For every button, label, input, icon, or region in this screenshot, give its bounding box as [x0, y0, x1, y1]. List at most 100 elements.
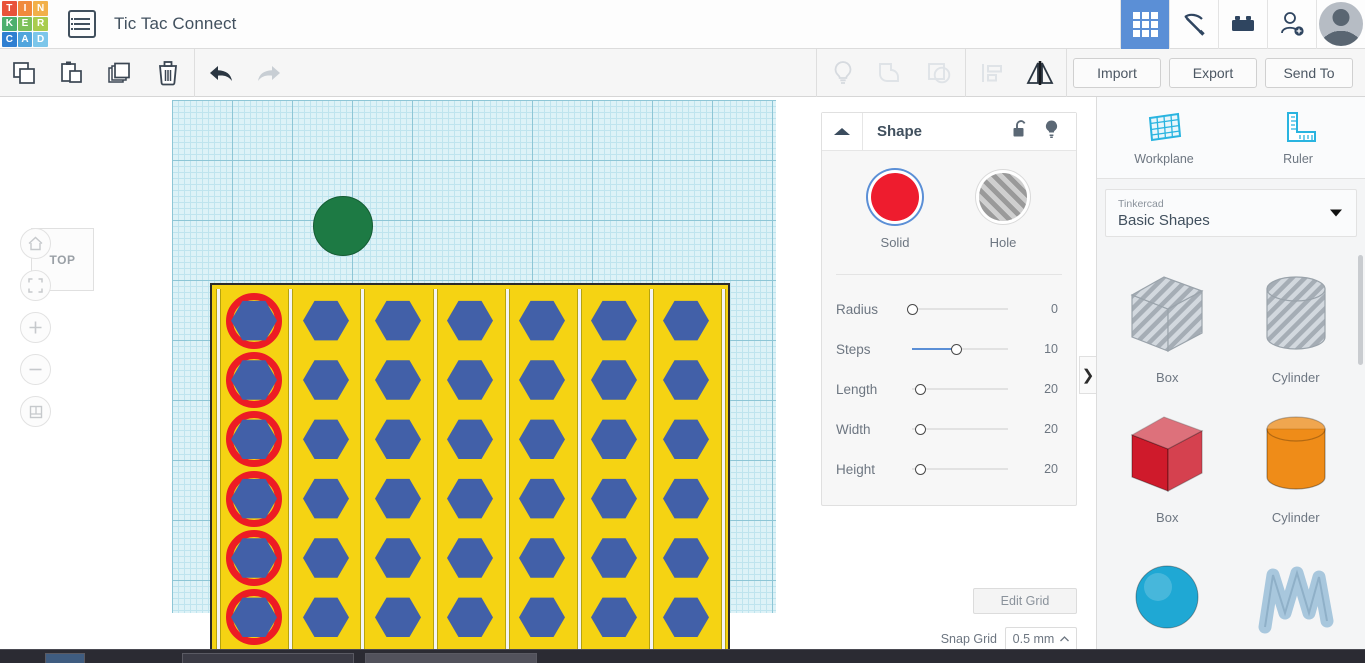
logo-tile-r: R — [33, 17, 48, 32]
add-person-icon[interactable] — [1267, 0, 1316, 49]
shape-scribble[interactable]: Scribble — [1232, 541, 1361, 653]
hex-hole — [375, 300, 421, 342]
copy-button[interactable] — [0, 49, 48, 97]
logo-tile-k: K — [2, 17, 17, 32]
ungroup-button[interactable] — [915, 49, 963, 97]
steps-slider-value: 10 — [1044, 342, 1076, 356]
height-slider-label: Height — [836, 462, 912, 477]
home-view-button[interactable] — [20, 228, 51, 259]
tinkercad-logo[interactable]: TINKERCAD — [2, 1, 48, 47]
unlock-icon[interactable] — [1012, 119, 1029, 144]
height-slider[interactable] — [912, 462, 1008, 476]
box-thumbnail-icon — [1120, 267, 1214, 364]
slider-knob[interactable] — [915, 424, 926, 435]
shape-cylinder-orange[interactable]: Cylinder — [1232, 401, 1361, 541]
project-list-icon[interactable] — [68, 10, 96, 38]
shape-cylinder-hole[interactable]: Cylinder — [1232, 261, 1361, 401]
pickaxe-icon[interactable] — [1169, 0, 1218, 49]
zoom-in-button[interactable] — [20, 312, 51, 343]
box-thumbnail-icon — [1120, 407, 1214, 504]
solid-swatch[interactable]: Solid — [871, 173, 919, 250]
export-button[interactable]: Export — [1169, 58, 1257, 88]
lego-brick-icon[interactable] — [1218, 0, 1267, 49]
board-cell — [578, 350, 650, 409]
zoom-out-button[interactable] — [20, 354, 51, 385]
hex-hole — [303, 537, 349, 579]
slider-knob[interactable] — [915, 464, 926, 475]
undo-button[interactable] — [197, 49, 245, 97]
toolbar-divider-3 — [965, 49, 966, 97]
hex-hole — [591, 418, 637, 460]
board-cell — [506, 469, 578, 528]
paste-button[interactable] — [48, 49, 96, 97]
slider-knob[interactable] — [907, 304, 918, 315]
steps-slider-row: Steps10 — [822, 329, 1076, 369]
snap-grid-label: Snap Grid — [941, 632, 997, 646]
length-slider[interactable] — [912, 382, 1008, 396]
group-button[interactable] — [867, 49, 915, 97]
radius-slider[interactable] — [912, 302, 1008, 316]
grid-apps-icon[interactable] — [1120, 0, 1169, 49]
connect-four-board-object[interactable] — [210, 283, 730, 649]
board-cell — [290, 469, 362, 528]
board-cell — [434, 291, 506, 350]
align-button[interactable] — [968, 49, 1016, 97]
board-cell — [578, 469, 650, 528]
board-cell — [218, 528, 290, 587]
editor-toolbar: Import Export Send To — [0, 49, 1365, 97]
mirror-button[interactable] — [1016, 49, 1064, 97]
shape-panel-header: Shape — [822, 113, 1076, 151]
shape-panel-header-icons — [1012, 119, 1076, 144]
board-cell — [362, 588, 434, 647]
board-cell — [506, 350, 578, 409]
snap-grid-select[interactable]: 0.5 mm — [1005, 627, 1077, 651]
fit-view-button[interactable] — [20, 270, 51, 301]
hex-hole — [375, 418, 421, 460]
gallery-scrollbar[interactable] — [1358, 255, 1363, 365]
shape-box-red[interactable]: Box — [1103, 401, 1232, 541]
shape-sphere-blue[interactable]: Sphere — [1103, 541, 1232, 653]
steps-slider[interactable] — [912, 342, 1008, 356]
height-slider-row: Height20 — [822, 449, 1076, 489]
hex-hole — [663, 537, 709, 579]
shape-library-select[interactable]: Tinkercad Basic Shapes — [1105, 189, 1357, 237]
board-cell — [290, 350, 362, 409]
shape-parameter-sliders: Radius0Steps10Length20Width20Height20 — [822, 275, 1076, 489]
radius-slider-value: 0 — [1051, 302, 1076, 316]
taskbar-item-1[interactable] — [45, 653, 85, 663]
lightbulb-button[interactable] — [819, 49, 867, 97]
logo-tile-a: A — [18, 32, 33, 47]
shape-box-hole-label: Box — [1156, 370, 1178, 385]
avatar[interactable] — [1316, 0, 1365, 49]
send-to-button[interactable]: Send To — [1265, 58, 1353, 88]
top-bar: TINKERCAD Tic Tac Connect — [0, 0, 1365, 49]
delete-button[interactable] — [144, 49, 192, 97]
library-owner: Tinkercad — [1118, 197, 1344, 211]
collapse-panel-icon[interactable] — [822, 113, 863, 151]
width-slider[interactable] — [912, 422, 1008, 436]
board-cell — [218, 350, 290, 409]
green-disc-object[interactable] — [313, 196, 373, 256]
redo-button[interactable] — [245, 49, 293, 97]
duplicate-button[interactable] — [96, 49, 144, 97]
expand-sidebar-tab[interactable]: ❯ — [1079, 356, 1097, 394]
taskbar-item-3[interactable] — [365, 653, 537, 663]
slider-knob[interactable] — [951, 344, 962, 355]
board-cell — [650, 469, 722, 528]
edit-grid-button[interactable]: Edit Grid — [973, 588, 1077, 614]
board-cell — [578, 410, 650, 469]
length-slider-value: 20 — [1044, 382, 1076, 396]
tinkercad-editor: TINKERCAD Tic Tac Connect — [0, 0, 1365, 663]
logo-tile-n: N — [33, 1, 48, 16]
slider-knob[interactable] — [915, 384, 926, 395]
lightbulb-icon[interactable] — [1043, 119, 1060, 144]
workplane-tool[interactable]: Workplane — [1097, 97, 1231, 178]
hole-swatch[interactable]: Hole — [979, 173, 1027, 250]
ortho-toggle-button[interactable] — [20, 396, 51, 427]
hex-hole — [591, 537, 637, 579]
shape-box-hole[interactable]: Box — [1103, 261, 1232, 401]
ruler-tool[interactable]: Ruler — [1231, 97, 1365, 178]
taskbar-item-2[interactable] — [182, 653, 354, 663]
import-button[interactable]: Import — [1073, 58, 1161, 88]
cylinder-thumbnail-icon — [1249, 267, 1343, 364]
